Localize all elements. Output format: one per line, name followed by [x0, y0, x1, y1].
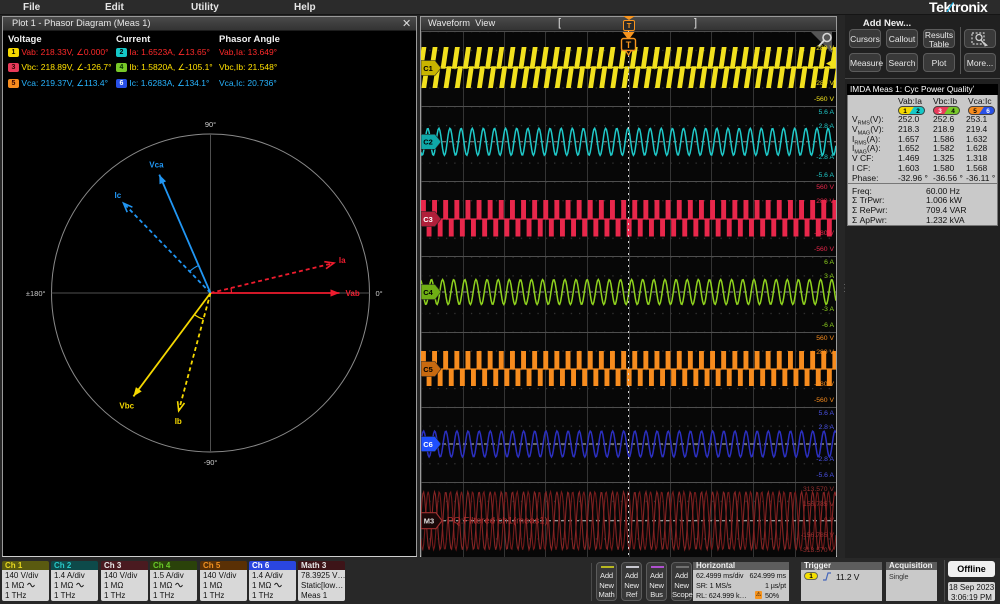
svg-text:Vbc: Vbc	[119, 401, 134, 410]
svg-text:C2: C2	[423, 138, 433, 147]
svg-text:5.6 A: 5.6 A	[819, 109, 835, 116]
svg-text:-560 V: -560 V	[814, 397, 834, 404]
svg-text:-5.6 A: -5.6 A	[816, 172, 834, 179]
svg-text:T: T	[626, 40, 632, 50]
svg-text:-3 A: -3 A	[822, 306, 835, 313]
svg-text:Vca: Vca	[149, 161, 164, 170]
svg-text:90°: 90°	[205, 120, 216, 129]
svg-text:3 A: 3 A	[824, 273, 834, 280]
svg-text:Ia: Ia	[339, 256, 346, 265]
svg-text:Vab: Vab	[346, 289, 360, 298]
svg-text:-313.570 V: -313.570 V	[801, 547, 835, 554]
svg-text:6 A: 6 A	[824, 259, 834, 266]
svg-text:-5.6 A: -5.6 A	[816, 472, 834, 479]
svg-text:2.8 A: 2.8 A	[819, 123, 835, 130]
svg-text:156.785 V: 156.785 V	[803, 501, 834, 508]
svg-text:-280 V: -280 V	[814, 381, 834, 388]
svg-text:-560 V: -560 V	[814, 246, 834, 253]
svg-text:-2.8 A: -2.8 A	[816, 154, 834, 161]
svg-text:0 V: 0 V	[824, 517, 835, 524]
svg-text:M3: M3	[424, 517, 434, 526]
svg-text:280 V: 280 V	[816, 349, 834, 356]
svg-text:-2.8 A: -2.8 A	[816, 456, 834, 463]
svg-text:313.570 V: 313.570 V	[803, 486, 834, 493]
svg-text:C3: C3	[423, 215, 433, 224]
svg-text:280 V: 280 V	[816, 198, 834, 205]
svg-text:-90°: -90°	[204, 458, 218, 467]
svg-text:-280 V: -280 V	[814, 80, 834, 87]
svg-text:±180°: ±180°	[26, 289, 46, 298]
svg-text:-156.785 V: -156.785 V	[801, 532, 835, 539]
svg-text:-560 V: -560 V	[814, 96, 834, 103]
svg-text:C4: C4	[423, 288, 433, 297]
svg-text:560 V: 560 V	[816, 335, 834, 342]
svg-text:C1: C1	[423, 64, 433, 73]
svg-text:Ic: Ic	[115, 191, 122, 200]
svg-text:280 V: 280 V	[816, 45, 834, 52]
svg-text:-6 A: -6 A	[822, 322, 835, 329]
svg-text:-280 V: -280 V	[814, 230, 834, 237]
svg-text:C5: C5	[423, 365, 433, 374]
svg-text:5.6 A: 5.6 A	[819, 410, 835, 417]
svg-text:560 V: 560 V	[816, 184, 834, 191]
svg-text:PQ:Filtered ch1(meas1): PQ:Filtered ch1(meas1)	[447, 516, 548, 527]
svg-text:Ib: Ib	[175, 417, 182, 426]
svg-text:C6: C6	[423, 440, 433, 449]
svg-text:0°: 0°	[376, 289, 383, 298]
svg-text:2.8 A: 2.8 A	[819, 424, 835, 431]
